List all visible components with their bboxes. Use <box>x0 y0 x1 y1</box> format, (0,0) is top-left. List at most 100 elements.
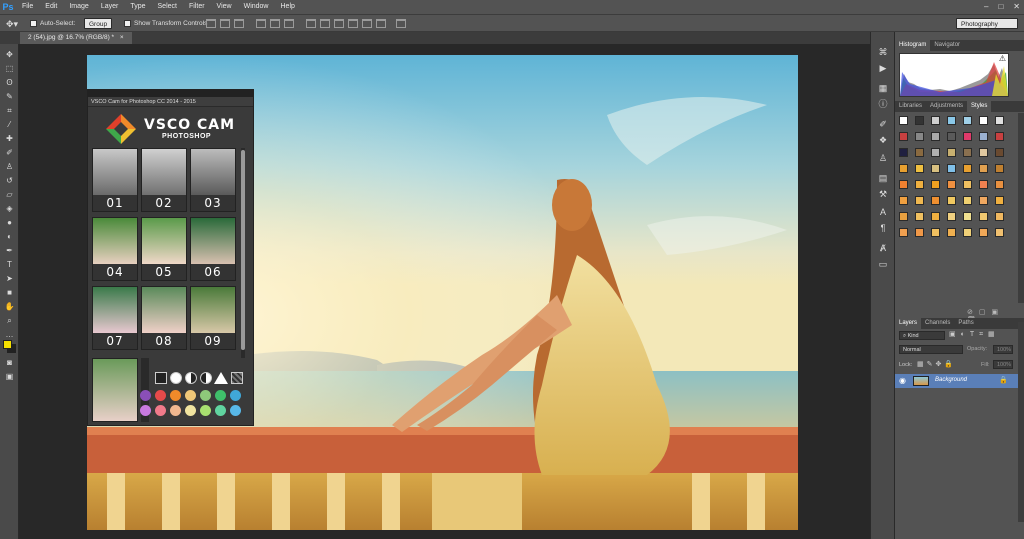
color-swatch[interactable] <box>230 405 241 416</box>
pen-tool-icon[interactable]: ✒ <box>4 246 15 256</box>
swatches-panel-icon[interactable]: ▤ <box>877 172 889 184</box>
layer-filter-dropdown[interactable]: ⌕ Kind <box>899 331 945 340</box>
blur-tool-icon[interactable]: ● <box>4 218 15 228</box>
color-swatch[interactable] <box>185 405 196 416</box>
dodge-tool-icon[interactable]: ◐ <box>4 232 15 242</box>
style-preset[interactable] <box>931 148 940 157</box>
color-swatch[interactable] <box>155 405 166 416</box>
preset-thumb-02[interactable]: 02 <box>141 148 187 212</box>
eyedropper-tool-icon[interactable]: ⁄ <box>4 120 15 130</box>
align-left-icon[interactable] <box>256 19 266 28</box>
close-tab-icon[interactable]: × <box>120 34 124 41</box>
style-preset[interactable] <box>915 148 924 157</box>
style-preset[interactable] <box>915 228 924 237</box>
align-vcenter-icon[interactable] <box>220 19 230 28</box>
notes-panel-icon[interactable]: ▭ <box>877 258 889 270</box>
healing-brush-tool-icon[interactable]: ✚ <box>4 134 15 144</box>
history-panel-icon[interactable]: ⌘ <box>877 46 889 58</box>
preset-thumb-03[interactable]: 03 <box>190 148 236 212</box>
actions-panel-icon[interactable]: ▶ <box>877 62 889 74</box>
info-panel-icon[interactable]: ⓘ <box>877 98 889 110</box>
workspace-dropdown[interactable]: Photography <box>956 18 1018 29</box>
menu-view[interactable]: View <box>211 0 238 14</box>
style-preset[interactable] <box>915 196 924 205</box>
preset-thumb-01[interactable]: 01 <box>92 148 138 212</box>
menu-help[interactable]: Help <box>275 0 301 14</box>
style-preset[interactable] <box>963 164 972 173</box>
style-preset[interactable] <box>931 164 940 173</box>
style-preset[interactable] <box>979 132 988 141</box>
distribute-vcenter-icon[interactable] <box>320 19 330 28</box>
style-preset[interactable] <box>979 148 988 157</box>
auto-select-dropdown[interactable]: Group <box>84 18 113 29</box>
tab-navigator[interactable]: Navigator <box>930 40 964 51</box>
move-tool-icon[interactable]: ✥ <box>4 50 15 60</box>
color-swatch[interactable] <box>170 390 181 401</box>
preset-thumb-07[interactable]: 07 <box>92 286 138 350</box>
distribute-right-icon[interactable] <box>376 19 386 28</box>
paragraph-panel-icon[interactable]: ¶ <box>877 222 889 234</box>
brush-panel-icon[interactable]: ✐ <box>877 118 889 130</box>
style-preset[interactable] <box>899 196 908 205</box>
color-swatch[interactable] <box>140 390 151 401</box>
style-preset[interactable] <box>963 116 972 125</box>
tone-triangle-icon[interactable] <box>214 372 228 384</box>
style-preset[interactable] <box>899 148 908 157</box>
layers-scrollbar[interactable] <box>1018 322 1024 522</box>
style-preset[interactable] <box>931 212 940 221</box>
style-preset[interactable] <box>947 196 956 205</box>
tool-presets-icon[interactable]: ⚒ <box>877 188 889 200</box>
lock-icons[interactable]: ▦✎✥🔒 <box>917 360 956 368</box>
preset-thumb-06[interactable]: 06 <box>190 217 236 281</box>
align-hcenter-icon[interactable] <box>270 19 280 28</box>
document-tab[interactable]: 2 (54).jpg @ 16.7% (RGB/8) * × <box>20 32 132 44</box>
layer-filter-icons[interactable]: ▣◐T⌗▦ <box>949 330 1000 339</box>
style-preset[interactable] <box>995 196 1004 205</box>
vsco-scrollbar[interactable] <box>241 148 245 358</box>
type-tool-icon[interactable]: T <box>4 260 15 270</box>
style-preset[interactable] <box>963 228 972 237</box>
history-brush-tool-icon[interactable]: ↺ <box>4 176 15 186</box>
style-preset[interactable] <box>979 228 988 237</box>
distribute-top-icon[interactable] <box>306 19 316 28</box>
tab-libraries[interactable]: Libraries <box>895 101 926 112</box>
style-preset[interactable] <box>947 180 956 189</box>
histogram-warning-icon[interactable]: ⚠ <box>999 54 1006 63</box>
style-preset[interactable] <box>995 164 1004 173</box>
character-panel-icon[interactable]: A <box>877 206 889 218</box>
style-preset[interactable] <box>931 180 940 189</box>
style-preset[interactable] <box>947 116 956 125</box>
preset-thumb-09[interactable]: 09 <box>190 286 236 350</box>
tab-layers[interactable]: Layers <box>895 318 922 329</box>
style-preset[interactable] <box>947 212 956 221</box>
styles-scrollbar[interactable] <box>1018 113 1024 303</box>
menu-image[interactable]: Image <box>63 0 94 14</box>
style-preset[interactable] <box>963 180 972 189</box>
style-preset[interactable] <box>979 212 988 221</box>
quick-mask-icon[interactable]: ◙ <box>4 358 15 368</box>
zoom-tool-icon[interactable]: ⌕ <box>4 316 15 326</box>
close-window-button[interactable]: ✕ <box>1013 0 1020 14</box>
style-preset[interactable] <box>963 212 972 221</box>
style-preset[interactable] <box>963 132 972 141</box>
style-preset[interactable] <box>995 212 1004 221</box>
style-preset[interactable] <box>947 148 956 157</box>
align-bottom-icon[interactable] <box>234 19 244 28</box>
style-preset[interactable] <box>979 196 988 205</box>
style-preset[interactable] <box>995 180 1004 189</box>
style-preset[interactable] <box>931 196 940 205</box>
style-preset[interactable] <box>995 148 1004 157</box>
align-right-icon[interactable] <box>284 19 294 28</box>
auto-select-checkbox[interactable]: Auto-Select: <box>30 18 75 30</box>
more-tools-icon[interactable]: … <box>4 330 15 340</box>
marquee-tool-icon[interactable]: ⬚ <box>4 64 15 74</box>
tone-white-button[interactable] <box>170 372 182 384</box>
tone-contrast-button[interactable] <box>185 372 197 384</box>
menu-filter[interactable]: Filter <box>183 0 211 14</box>
menu-type[interactable]: Type <box>124 0 151 14</box>
move-tool-icon[interactable]: ✥▾ <box>6 18 18 30</box>
foreground-color-swatch[interactable] <box>3 340 12 349</box>
style-preset[interactable] <box>947 228 956 237</box>
tone-grain-button[interactable] <box>231 372 243 384</box>
style-preset[interactable] <box>995 116 1004 125</box>
